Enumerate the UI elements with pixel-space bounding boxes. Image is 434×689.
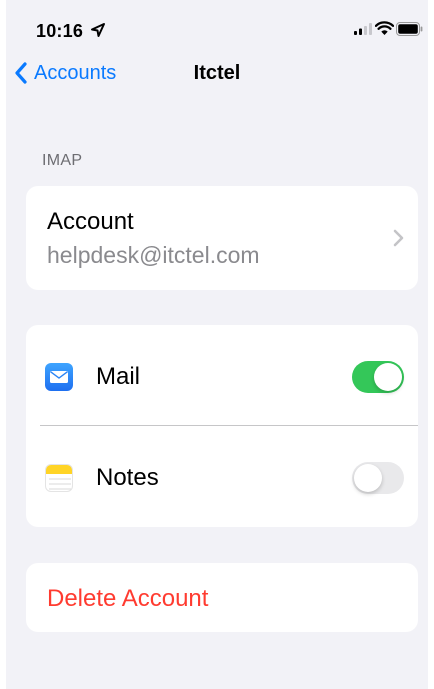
- delete-account-button[interactable]: Delete Account: [26, 563, 418, 632]
- account-email: helpdesk@itctel.com: [47, 242, 260, 268]
- notes-toggle[interactable]: [352, 462, 404, 494]
- delete-account-label: Delete Account: [47, 585, 209, 612]
- services-list: Mail Notes: [26, 325, 418, 527]
- page-title: Itctel: [193, 62, 241, 84]
- list-item-mail: Mail: [26, 325, 418, 425]
- section-header-imap: IMAP: [42, 152, 83, 169]
- toggle-knob: [354, 464, 382, 492]
- battery-icon: [396, 22, 423, 36]
- mail-toggle[interactable]: [352, 361, 404, 393]
- settings-screen: 10:16 Accounts Itctel IMAP Account helpd…: [6, 0, 428, 689]
- mail-label: Mail: [96, 363, 141, 390]
- notes-app-icon: [45, 464, 73, 492]
- wifi-icon: [375, 21, 394, 35]
- toggle-knob: [374, 363, 402, 391]
- notes-label: Notes: [96, 464, 159, 491]
- location-arrow-icon: [91, 23, 105, 37]
- mail-app-icon: [45, 363, 73, 391]
- chevron-right-icon: [393, 229, 404, 247]
- account-row[interactable]: Account helpdesk@itctel.com: [26, 186, 418, 290]
- account-title: Account: [47, 208, 134, 235]
- cellular-signal-icon: [354, 23, 372, 35]
- list-item-notes: Notes: [26, 426, 418, 526]
- status-bar: 10:16: [6, 0, 428, 54]
- status-time: 10:16: [36, 21, 84, 41]
